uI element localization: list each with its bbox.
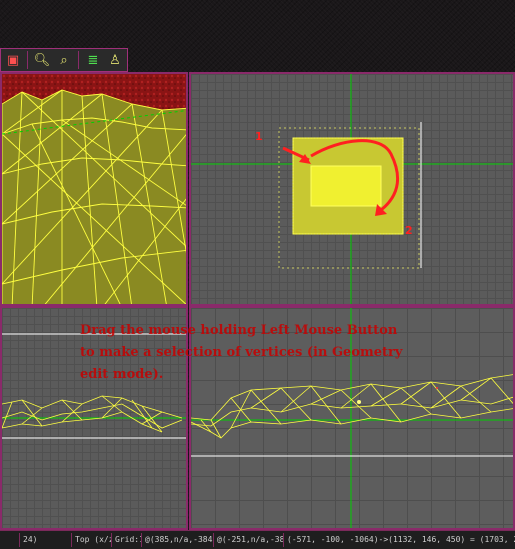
- caption-line-1: Drag the mouse holding Left Mouse Button: [80, 323, 398, 338]
- status-cell-0: 24): [20, 533, 72, 547]
- marker-start: 1: [255, 130, 263, 143]
- vehicle-icon[interactable]: ▣: [3, 50, 23, 70]
- status-position-1: @(385,n/a,-384): [142, 533, 214, 547]
- object-icon[interactable]: ♙: [105, 50, 125, 70]
- status-bar: 24) Top (x/z) Grid:1 @(385,n/a,-384) @(-…: [0, 530, 515, 549]
- layers-icon[interactable]: ≣: [83, 50, 103, 70]
- perspective-mesh: [2, 74, 186, 304]
- caption-line-3: edit mode).: [80, 367, 164, 382]
- status-view: Top (x/z): [72, 533, 112, 547]
- zoom-in-icon[interactable]: 🔍︎: [32, 50, 52, 70]
- status-grid: Grid:1: [112, 533, 142, 547]
- status-bbox: (-571, -100, -1064)->(1132, 146, 450) = …: [287, 535, 515, 544]
- perspective-viewport[interactable]: [0, 72, 188, 306]
- top-viewport[interactable]: 1 2: [189, 72, 515, 306]
- vertex-marker: [436, 387, 438, 389]
- caption-line-2: to make a selection of vertices (in Geom…: [80, 345, 403, 360]
- marker-end: 2: [405, 224, 413, 237]
- status-empty: [0, 533, 20, 547]
- toolbar: ▣ 🔍︎ ⌕ ≣ ♙: [0, 48, 128, 72]
- instruction-caption: Drag the mouse holding Left Mouse Button…: [80, 320, 420, 386]
- vertex-marker: [357, 400, 361, 404]
- top-view-drawing: [191, 74, 513, 304]
- toolbar-separator: [78, 51, 79, 69]
- status-position-2: @(-251,n/a,-38): [214, 533, 284, 547]
- toolbar-separator: [27, 51, 28, 69]
- zoom-region-icon[interactable]: ⌕: [54, 50, 74, 70]
